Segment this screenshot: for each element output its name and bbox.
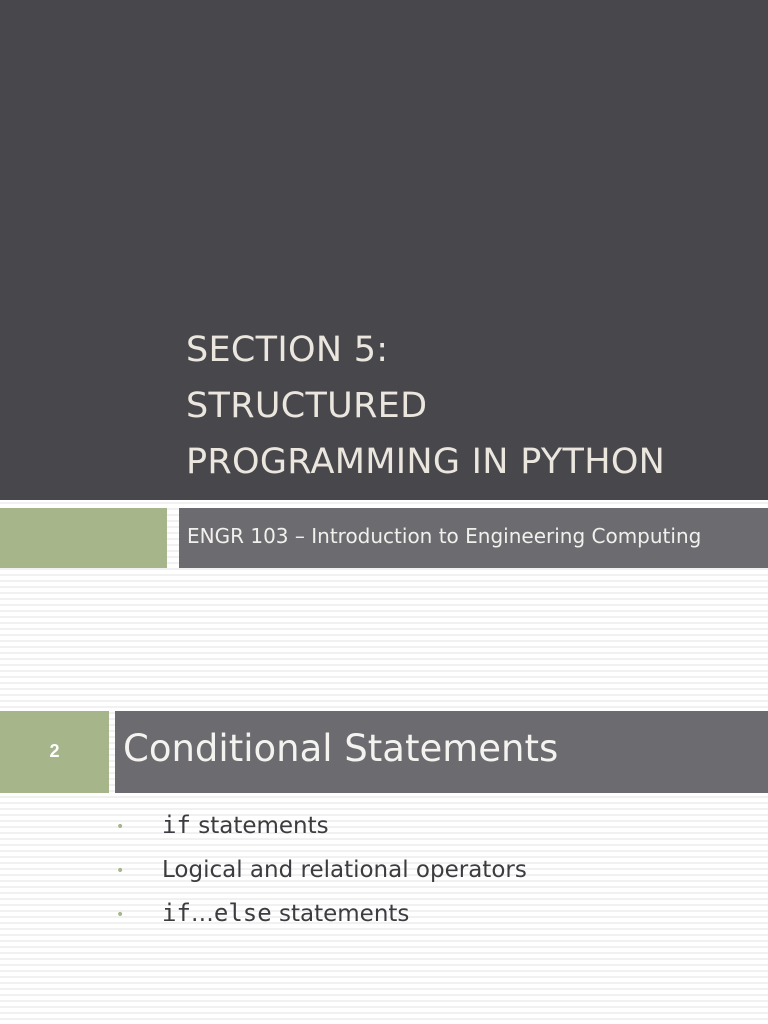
code-keyword: if: [162, 899, 191, 927]
title-slide: SECTION 5: STRUCTURED PROGRAMMING IN PYT…: [0, 0, 768, 568]
title-line-3: PROGRAMMING IN PYTHON: [186, 442, 666, 482]
slide-title: SECTION 5: STRUCTURED PROGRAMMING IN PYT…: [186, 322, 665, 490]
title-line-2: STRUCTURED: [186, 386, 428, 426]
title-block: SECTION 5: STRUCTURED PROGRAMMING IN PYT…: [0, 0, 768, 500]
bullet-text: Logical and relational operators: [162, 855, 527, 883]
bullet-dot-icon: •: [116, 907, 125, 923]
bullet-label: statements: [190, 813, 329, 839]
slide-heading: Conditional Statements: [123, 727, 559, 770]
bullet-label: Logical and relational operators: [162, 857, 527, 883]
ellipsis: …: [190, 901, 214, 927]
bullet-label: statements: [271, 901, 410, 927]
bullet-text: if…else statements: [162, 899, 409, 927]
slide-number: 2: [49, 741, 60, 761]
green-accent-block: [0, 508, 167, 568]
heading-bar: Conditional Statements: [115, 711, 768, 793]
code-keyword: else: [213, 899, 272, 927]
slide-two: 2 Conditional Statements • if statements…: [0, 711, 768, 1024]
code-keyword: if: [162, 811, 191, 839]
subtitle-bar: ENGR 103 – Introduction to Engineering C…: [179, 508, 768, 568]
title-line-1: SECTION 5:: [186, 330, 389, 370]
slide-number-box: 2: [0, 711, 109, 793]
bullet-dot-icon: •: [116, 863, 125, 879]
bullet-dot-icon: •: [116, 819, 125, 835]
slide-subtitle: ENGR 103 – Introduction to Engineering C…: [187, 524, 702, 548]
bullet-text: if statements: [162, 811, 329, 839]
